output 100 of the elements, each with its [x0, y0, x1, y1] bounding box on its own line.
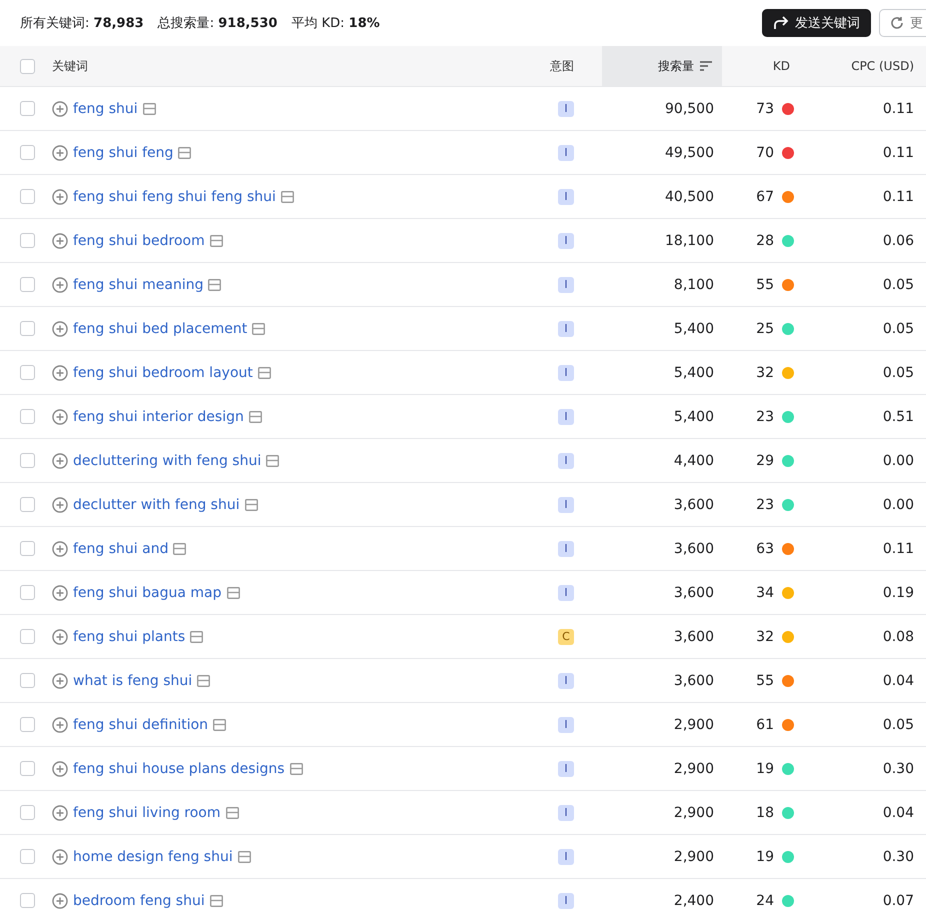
- serp-icon[interactable]: [173, 542, 186, 554]
- add-circle-icon[interactable]: [52, 232, 68, 248]
- add-circle-icon[interactable]: [52, 804, 68, 820]
- row-checkbox[interactable]: [20, 585, 35, 600]
- add-circle-icon[interactable]: [52, 188, 68, 204]
- row-checkbox[interactable]: [20, 849, 35, 864]
- row-checkbox[interactable]: [20, 541, 35, 556]
- keyword-link[interactable]: what is feng shui: [73, 672, 192, 688]
- add-circle-icon[interactable]: [52, 452, 68, 468]
- row-checkbox[interactable]: [20, 189, 35, 204]
- add-circle-icon[interactable]: [52, 716, 68, 732]
- add-circle-icon[interactable]: [52, 496, 68, 512]
- keyword-link[interactable]: feng shui meaning: [73, 276, 204, 292]
- summary-stat: 平均 KD: 18%: [291, 15, 380, 32]
- row-checkbox[interactable]: [20, 277, 35, 292]
- serp-icon[interactable]: [258, 366, 271, 378]
- serp-icon[interactable]: [238, 850, 251, 862]
- kd-cell: 73: [756, 100, 774, 116]
- row-checkbox[interactable]: [20, 321, 35, 336]
- add-circle-icon[interactable]: [52, 540, 68, 556]
- serp-icon[interactable]: [266, 454, 280, 466]
- kd-cell: 32: [756, 364, 774, 380]
- keyword-link[interactable]: feng shui bagua map: [73, 584, 222, 600]
- add-circle-icon[interactable]: [52, 100, 68, 116]
- add-circle-icon[interactable]: [52, 364, 68, 380]
- keyword-link[interactable]: feng shui bedroom: [73, 232, 205, 248]
- serp-icon[interactable]: [210, 894, 223, 906]
- refresh-button[interactable]: 更: [879, 9, 926, 37]
- serp-icon[interactable]: [142, 102, 156, 114]
- keyword-link[interactable]: decluttering with feng shui: [73, 452, 262, 468]
- keyword-link[interactable]: feng shui interior design: [73, 408, 244, 424]
- row-checkbox[interactable]: [20, 805, 35, 820]
- volume-cell-text: 5,400: [674, 320, 715, 336]
- serp-icon[interactable]: [178, 146, 192, 158]
- row-checkbox[interactable]: [20, 893, 35, 908]
- keyword-link[interactable]: bedroom feng shui: [73, 892, 205, 908]
- keyword-link[interactable]: feng shui house plans designs: [73, 760, 285, 776]
- add-circle-icon[interactable]: [52, 144, 68, 160]
- row-checkbox[interactable]: [20, 673, 35, 688]
- row-checkbox[interactable]: [20, 145, 35, 160]
- serp-icon[interactable]: [226, 586, 240, 598]
- keyword-link[interactable]: feng shui feng shui feng shui: [73, 188, 276, 204]
- row-checkbox[interactable]: [20, 409, 35, 424]
- send-keywords-button[interactable]: 发送关键词: [762, 9, 871, 37]
- add-circle-icon[interactable]: [52, 892, 68, 908]
- kd-cell: 23: [756, 496, 774, 512]
- keyword-link[interactable]: home design feng shui: [73, 848, 233, 864]
- serp-icon[interactable]: [280, 190, 294, 202]
- row-checkbox[interactable]: [20, 629, 35, 644]
- serp-icon[interactable]: [208, 278, 222, 290]
- keyword-link[interactable]: feng shui bed placement: [73, 320, 248, 336]
- keyword-link[interactable]: feng shui plants: [73, 628, 186, 644]
- keyword-link[interactable]: feng shui living room: [73, 804, 221, 820]
- keyword-link[interactable]: declutter with feng shui: [73, 496, 240, 512]
- serp-icon[interactable]: [248, 410, 262, 422]
- column-header[interactable]: KD: [772, 59, 802, 73]
- select-all-checkbox[interactable]: [20, 58, 35, 74]
- serp-icon[interactable]: [210, 234, 223, 246]
- add-circle-icon[interactable]: [52, 672, 68, 688]
- volume-cell-text: 3,600: [674, 584, 715, 600]
- add-circle-icon[interactable]: [52, 628, 68, 644]
- keyword-link[interactable]: feng shui bedroom layout: [73, 364, 253, 380]
- add-circle-icon[interactable]: [52, 584, 68, 600]
- cpc-cell-text: 0.05: [882, 320, 915, 336]
- row-checkbox[interactable]: [20, 365, 35, 380]
- kd-cell: 34: [756, 584, 774, 600]
- serp-icon[interactable]: [290, 762, 303, 774]
- add-circle-icon[interactable]: [52, 276, 68, 292]
- column-header[interactable]: 意图: [550, 58, 574, 74]
- volume-cell-text: 8,100: [674, 276, 715, 292]
- kd-cell: 32: [756, 628, 774, 644]
- row-checkbox[interactable]: [20, 497, 35, 512]
- serp-icon[interactable]: [197, 674, 210, 686]
- volume-cell-text: 4,400: [674, 452, 715, 468]
- keyword-link[interactable]: feng shui and: [73, 540, 168, 556]
- keyword-link[interactable]: feng shui definition: [73, 716, 208, 732]
- kd-cell: 29: [756, 452, 774, 468]
- serp-icon[interactable]: [244, 498, 258, 510]
- add-circle-icon[interactable]: [52, 760, 68, 776]
- row-checkbox[interactable]: [20, 761, 35, 776]
- row-checkbox[interactable]: [20, 233, 35, 248]
- row-checkbox[interactable]: [20, 101, 35, 116]
- share-arrow-icon: [773, 16, 789, 30]
- column-header[interactable]: 搜索量: [602, 46, 722, 86]
- sort-icon[interactable]: [700, 61, 712, 71]
- serp-icon[interactable]: [213, 718, 226, 730]
- add-circle-icon[interactable]: [52, 408, 68, 424]
- row-checkbox[interactable]: [20, 717, 35, 732]
- serp-icon[interactable]: [252, 322, 266, 334]
- add-circle-icon[interactable]: [52, 320, 68, 336]
- serp-icon[interactable]: [226, 806, 239, 818]
- kd-cell: 67: [756, 188, 774, 204]
- column-header[interactable]: 关键词: [52, 58, 88, 74]
- add-circle-icon[interactable]: [52, 848, 68, 864]
- row-checkbox[interactable]: [20, 453, 35, 468]
- column-header[interactable]: CPC (USD): [851, 59, 926, 73]
- volume-cell-text: 3,600: [674, 628, 715, 644]
- keyword-link[interactable]: feng shui feng: [73, 144, 174, 160]
- keyword-link[interactable]: feng shui: [73, 100, 138, 116]
- serp-icon[interactable]: [190, 630, 204, 642]
